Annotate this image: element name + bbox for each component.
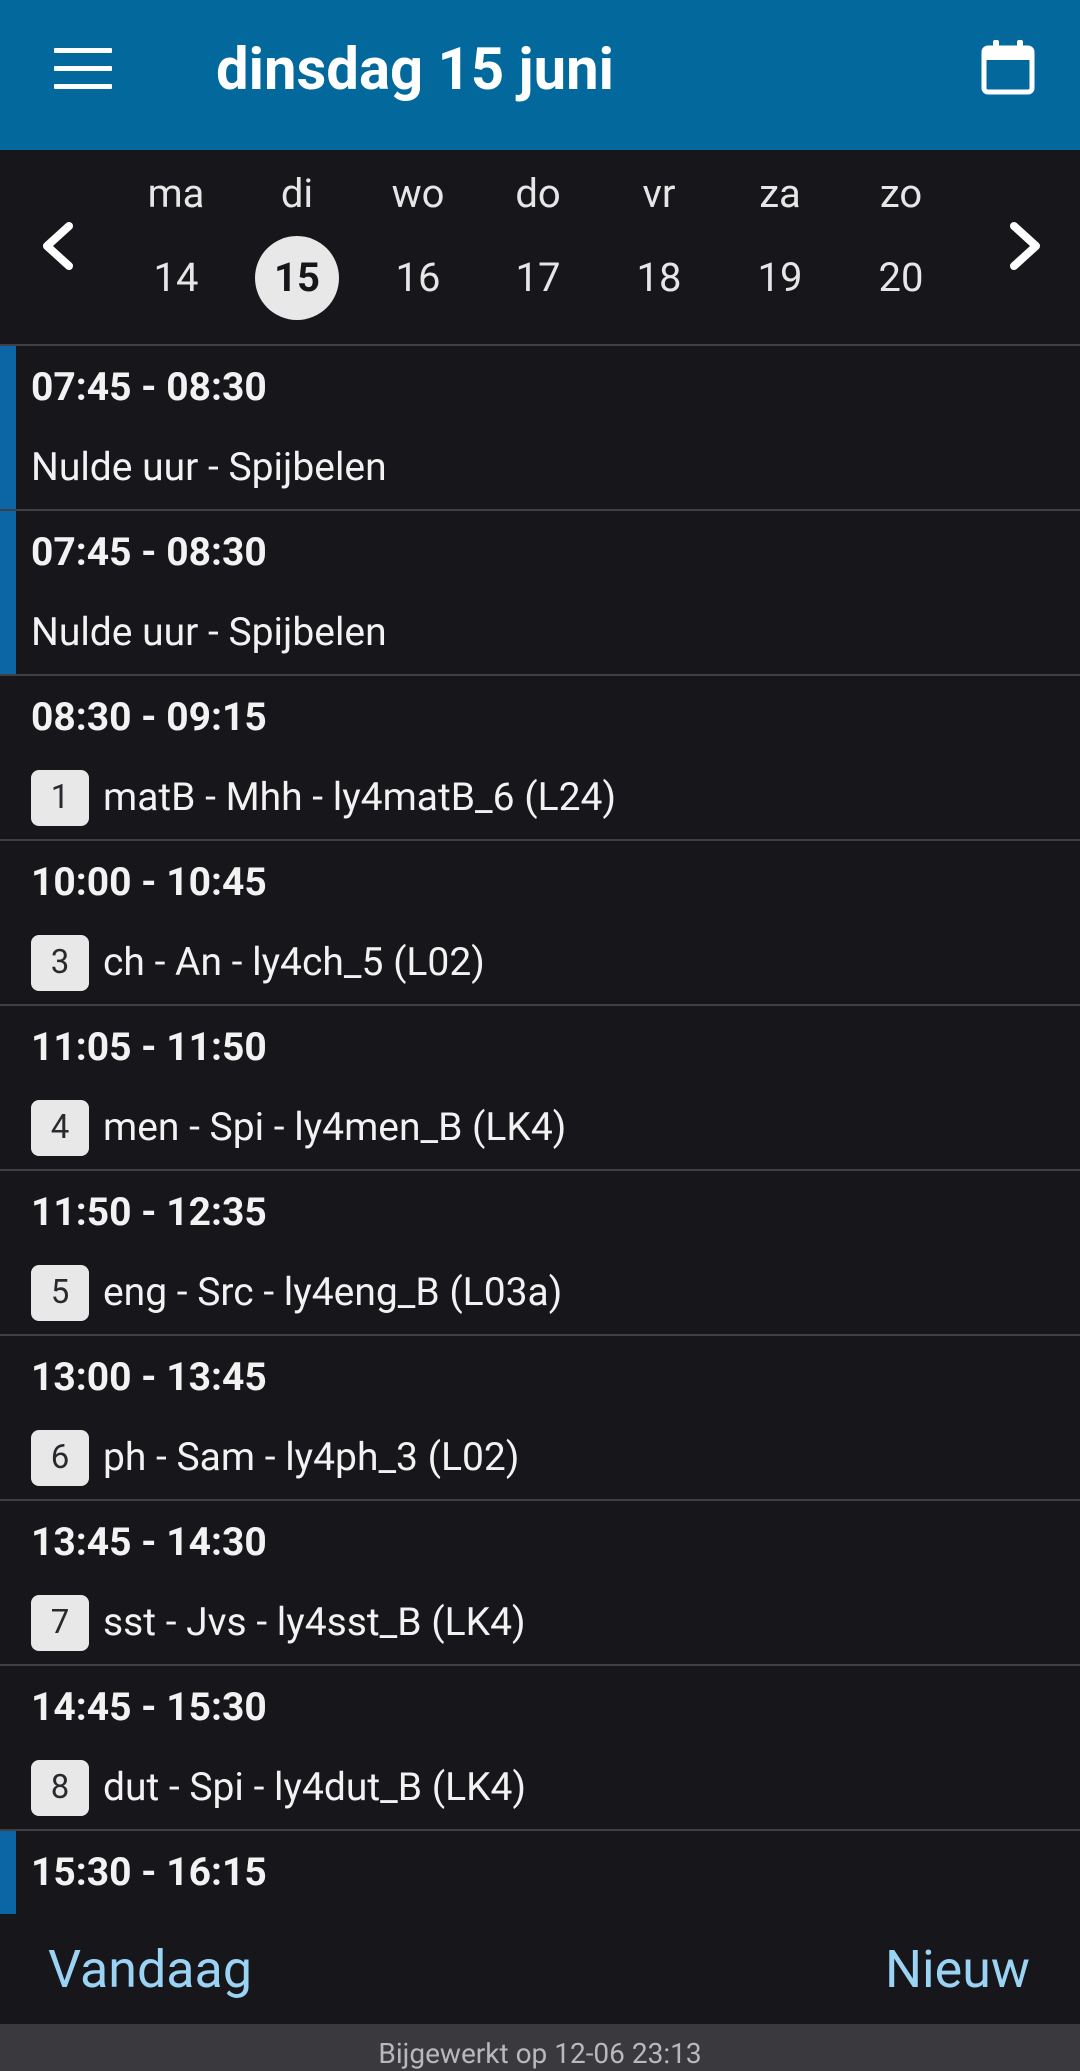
day-name: vr — [642, 170, 676, 217]
schedule-app: dinsdag 15 juni ma 14 di 15 wo 16 do 17 vr 18 za 19… — [0, 0, 1080, 2071]
lesson-hour-badge: 8 — [31, 1760, 89, 1816]
appointment-row[interactable]: 07:45 - 08:30 Nulde uur - Spijbelen — [0, 346, 1080, 511]
calendar-icon[interactable] — [980, 38, 1036, 96]
day-vr[interactable]: vr 18 — [604, 170, 714, 340]
day-name: za — [759, 170, 801, 217]
day-number: 15 — [255, 236, 339, 320]
appointment-row[interactable]: 13:45 - 14:30 7 sst - Jvs - ly4sst_B (LK4) — [0, 1501, 1080, 1666]
day-di[interactable]: di 15 — [242, 170, 352, 340]
app-header: dinsdag 15 juni — [0, 0, 1080, 150]
appointment-row[interactable]: 13:00 - 13:45 6 ph - Sam - ly4ph_3 (L02) — [0, 1336, 1080, 1501]
chevron-left-icon[interactable] — [35, 218, 85, 274]
appointment-list[interactable]: 07:45 - 08:30 Nulde uur - Spijbelen 07:45 … — [0, 346, 1080, 1914]
day-za[interactable]: za 19 — [725, 170, 835, 340]
day-name: zo — [879, 170, 923, 217]
appointment-title: ph - Sam - ly4ph_3 (L02) — [103, 1434, 520, 1480]
new-button[interactable]: Nieuw — [885, 1938, 1030, 2002]
appointment-row[interactable]: 08:30 - 09:15 1 matB - Mhh - ly4matB_6 (L2… — [0, 676, 1080, 841]
appointment-title: matB - Mhh - ly4matB_6 (L24) — [103, 774, 617, 820]
appointment-title: sst - Jvs - ly4sst_B (LK4) — [103, 1599, 526, 1645]
day-number: 17 — [515, 254, 561, 301]
day-number: 14 — [153, 254, 199, 301]
day-number: 20 — [878, 254, 924, 301]
lesson-hour-badge: 4 — [31, 1100, 89, 1156]
day-number: 18 — [636, 254, 682, 301]
day-number: 16 — [395, 254, 441, 301]
day-number: 19 — [757, 254, 803, 301]
day-name: wo — [391, 170, 445, 217]
appointment-time: 15:30 - 16:15 — [31, 1849, 267, 1895]
day-name: ma — [147, 170, 205, 217]
bottom-action-bar: Vandaag Nieuw — [0, 1914, 1080, 2024]
lesson-hour-badge: 7 — [31, 1595, 89, 1651]
appointment-row[interactable]: 11:05 - 11:50 4 men - Spi - ly4men_B (LK4) — [0, 1006, 1080, 1171]
appointment-time: 13:45 - 14:30 — [31, 1519, 267, 1565]
appointment-time: 11:50 - 12:35 — [31, 1189, 267, 1235]
appointment-title: men - Spi - ly4men_B (LK4) — [103, 1104, 567, 1150]
appointment-title: ch - An - ly4ch_5 (L02) — [103, 939, 485, 985]
lesson-hour-badge: 5 — [31, 1265, 89, 1321]
day-name: di — [280, 170, 314, 217]
day-do[interactable]: do 17 — [483, 170, 593, 340]
page-title: dinsdag 15 juni — [216, 36, 614, 104]
appointment-row[interactable]: 10:00 - 10:45 3 ch - An - ly4ch_5 (L02) — [0, 841, 1080, 1006]
appointment-title: Nulde uur - Spijbelen — [31, 444, 387, 490]
appointment-row[interactable]: 14:45 - 15:30 8 dut - Spi - ly4dut_B (LK4) — [0, 1666, 1080, 1831]
appointment-time: 14:45 - 15:30 — [31, 1684, 267, 1730]
accent-bar — [0, 511, 16, 674]
week-selector: ma 14 di 15 wo 16 do 17 vr 18 za 19 zo 20 — [0, 150, 1080, 346]
accent-bar — [0, 346, 16, 509]
day-zo[interactable]: zo 20 — [846, 170, 956, 340]
lesson-hour-badge: 3 — [31, 935, 89, 991]
appointment-title: dut - Spi - ly4dut_B (LK4) — [103, 1764, 527, 1810]
hamburger-menu-icon[interactable] — [54, 48, 112, 90]
last-updated-status: Bijgewerkt op 12-06 23:13 — [0, 2024, 1080, 2071]
appointment-title: Nulde uur - Spijbelen — [31, 609, 387, 655]
appointment-time: 07:45 - 08:30 — [31, 529, 267, 575]
appointment-row[interactable]: 11:50 - 12:35 5 eng - Src - ly4eng_B (L03a… — [0, 1171, 1080, 1336]
day-name: do — [515, 170, 561, 217]
appointment-title: eng - Src - ly4eng_B (L03a) — [103, 1269, 563, 1315]
day-wo[interactable]: wo 16 — [363, 170, 473, 340]
appointment-time: 13:00 - 13:45 — [31, 1354, 267, 1400]
appointment-row[interactable]: 15:30 - 16:15 — [0, 1831, 1080, 1914]
accent-bar — [0, 1831, 16, 1914]
appointment-time: 11:05 - 11:50 — [31, 1024, 267, 1070]
day-ma[interactable]: ma 14 — [121, 170, 231, 340]
appointment-row[interactable]: 07:45 - 08:30 Nulde uur - Spijbelen — [0, 511, 1080, 676]
lesson-hour-badge: 6 — [31, 1430, 89, 1486]
appointment-time: 07:45 - 08:30 — [31, 364, 267, 410]
appointment-time: 08:30 - 09:15 — [31, 694, 267, 740]
appointment-time: 10:00 - 10:45 — [31, 859, 267, 905]
lesson-hour-badge: 1 — [31, 770, 89, 826]
chevron-right-icon[interactable] — [998, 218, 1048, 274]
today-button[interactable]: Vandaag — [48, 1938, 252, 2002]
